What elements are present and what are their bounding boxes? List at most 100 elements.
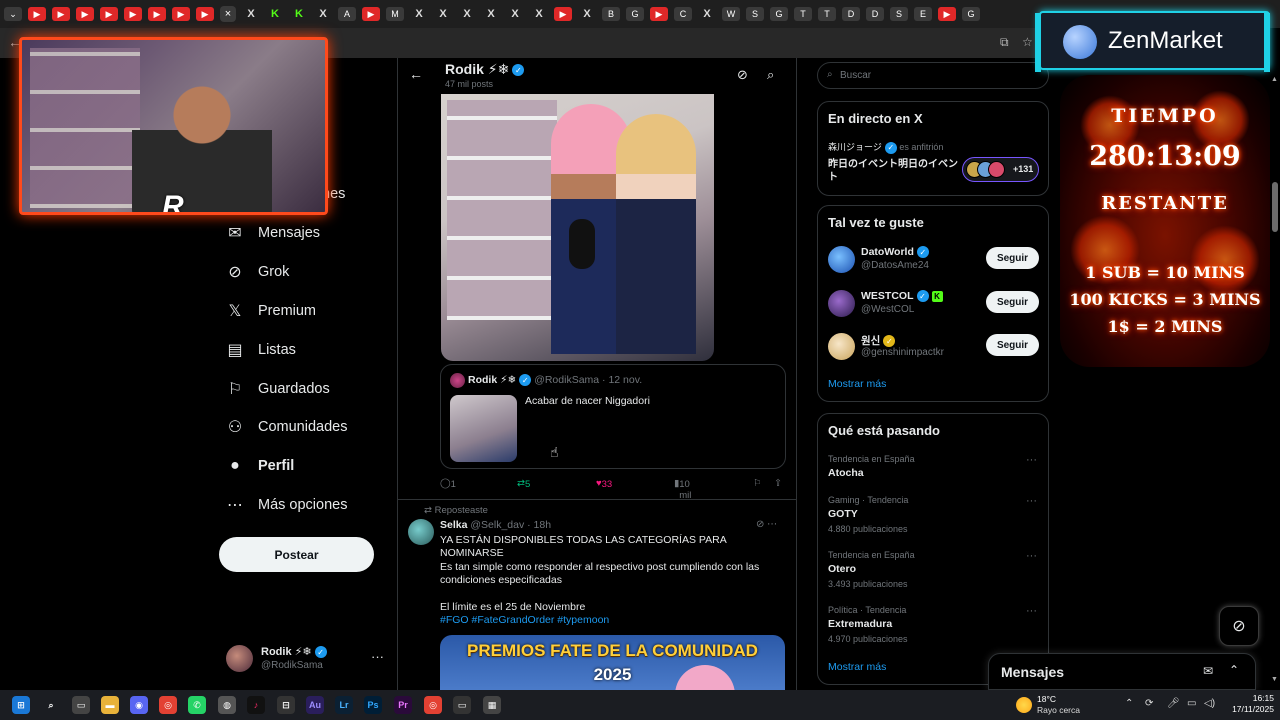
sync-icon[interactable]: ⟳ [1145, 698, 1153, 709]
tab-x-icon[interactable]: X [578, 7, 596, 21]
more-options-icon[interactable]: ··· [371, 649, 384, 664]
tab-youtube-icon[interactable]: ▶ [52, 7, 70, 21]
show-more-link[interactable]: Mostrar más [828, 661, 886, 673]
tab-globe-icon[interactable]: G [626, 7, 644, 21]
tab-a-icon[interactable]: A [338, 7, 356, 21]
trend-item[interactable]: Política · Tendencia Extremadura 4.970 pub… [828, 605, 1040, 644]
bookmark-icon[interactable]: ⚐ [753, 478, 762, 489]
tab-sheets-icon[interactable]: S [890, 7, 908, 21]
follow-button[interactable]: Seguir [986, 291, 1039, 313]
tab-youtube-icon[interactable]: ▶ [28, 7, 46, 21]
display-icon[interactable]: ▭ [1187, 698, 1196, 709]
tab-x-icon[interactable]: X [410, 7, 428, 21]
obs-icon[interactable]: ◍ [218, 696, 236, 714]
grok-floating-button[interactable]: ⊘ [1219, 606, 1259, 646]
scrollbar-thumb[interactable] [1272, 182, 1278, 232]
trend-more-icon[interactable]: ··· [1026, 605, 1037, 617]
search-icon[interactable]: ⌕ [42, 696, 60, 714]
terminal-icon[interactable]: ▭ [453, 696, 471, 714]
tab-ms-icon[interactable]: M [386, 7, 404, 21]
show-more-link[interactable]: Mostrar más [828, 378, 886, 390]
messages-dock[interactable]: Mensajes ✉ ⌃ [988, 653, 1256, 690]
tweet-author[interactable]: Selka [440, 519, 467, 531]
nav-item-listas[interactable]: ▤ Listas [226, 341, 295, 359]
tab-youtube-icon[interactable]: ▶ [554, 7, 572, 21]
tab-docs-icon[interactable]: D [866, 7, 884, 21]
microphone-icon[interactable]: 🎤︎ [1167, 698, 1180, 709]
chrome-active-icon[interactable]: ◎ [424, 696, 442, 714]
share-icon[interactable]: ⇪ [774, 478, 782, 489]
repost-button[interactable]: ⇄ 5 [517, 478, 530, 490]
trend-item[interactable]: Tendencia en España Atocha ··· [828, 454, 1040, 479]
trend-item[interactable]: Gaming · Tendencia GOTY 4.880 publicacione… [828, 495, 1040, 534]
trend-more-icon[interactable]: ··· [1026, 550, 1037, 562]
more-options-icon[interactable]: ⋯ [767, 519, 777, 530]
follow-button[interactable]: Seguir [986, 334, 1039, 356]
tab-x-icon[interactable]: X [242, 7, 260, 21]
account-switcher[interactable]: Rodik ⚡❄ ✓ @RodikSama ··· [226, 643, 386, 675]
tab-x-icon[interactable]: X [314, 7, 332, 21]
tab-docs-icon[interactable]: D [842, 7, 860, 21]
tab-x-icon[interactable]: X [458, 7, 476, 21]
tab-brave-icon[interactable]: B [602, 7, 620, 21]
nav-item-premium[interactable]: 𝕏 Premium [226, 302, 316, 320]
tab-search-dropdown-icon[interactable]: ⌄ [4, 7, 22, 21]
reply-button[interactable]: ◯ 1 [440, 478, 456, 490]
chrome-icon[interactable]: ◎ [159, 696, 177, 714]
avatar[interactable] [408, 519, 434, 545]
tab-steam-icon[interactable]: S [746, 7, 764, 21]
system-clock[interactable]: 16:15 17/11/2025 [1222, 693, 1274, 715]
tweet-image-banner[interactable]: PREMIOS FATE DE LA COMUNIDAD 2025 [440, 635, 785, 690]
back-arrow-icon[interactable]: ← [409, 66, 423, 82]
install-app-icon[interactable]: ⧉ [1000, 35, 1009, 50]
tab-youtube-icon[interactable]: ▶ [362, 7, 380, 21]
bookmark-star-icon[interactable]: ☆ [1022, 35, 1033, 49]
tray-expand-icon[interactable]: ⌃ [1125, 698, 1133, 709]
tab-gmail-icon[interactable]: G [770, 7, 788, 21]
post-button[interactable]: Postear [219, 537, 374, 572]
scroll-down-icon[interactable]: ▼ [1271, 676, 1278, 683]
grok-icon[interactable]: ⊘ [756, 519, 764, 530]
grok-icon[interactable]: ⊘ [737, 67, 748, 83]
quoted-tweet[interactable]: Rodik ⚡❄ ✓ @RodikSama · 12 nov. Acabar de… [440, 364, 786, 469]
trend-more-icon[interactable]: ··· [1026, 454, 1037, 466]
nav-item-comunidades[interactable]: ⚇ Comunidades [226, 418, 348, 436]
tab-youtube-icon[interactable]: ▶ [148, 7, 166, 21]
tab-globe-icon[interactable]: G [962, 7, 980, 21]
tab-youtube-icon[interactable]: ▶ [650, 7, 668, 21]
quote-thumbnail[interactable] [450, 395, 517, 462]
trend-more-icon[interactable]: ··· [1026, 495, 1037, 507]
tab-x-icon[interactable]: X [698, 7, 716, 21]
volume-icon[interactable]: ◁) [1204, 698, 1215, 709]
live-event-title[interactable]: 昨日のイベント明日のイベント [828, 158, 958, 184]
live-listeners-pill[interactable]: +131 [962, 157, 1039, 182]
nav-item-grok[interactable]: ⊘ Grok [226, 263, 289, 281]
audition-icon[interactable]: Au [306, 696, 324, 714]
host-name[interactable]: 森川ジョージ [828, 142, 882, 152]
tab-youtube-icon[interactable]: ▶ [172, 7, 190, 21]
tab-kick-icon[interactable]: K [290, 7, 308, 21]
tab-youtube-icon[interactable]: ▶ [124, 7, 142, 21]
capcut-icon[interactable]: ⊟ [277, 696, 295, 714]
tab-tiktok-icon[interactable]: T [794, 7, 812, 21]
tab-c-icon[interactable]: C [674, 7, 692, 21]
tab-x-icon[interactable]: X [482, 7, 500, 21]
views-button[interactable]: ▮ 10 mil [674, 478, 691, 501]
follow-suggestion[interactable]: 원신 ✓ @genshinimpactkr Seguir [828, 331, 1040, 363]
nav-item-más-opciones[interactable]: ⋯ Más opciones [226, 496, 347, 514]
premiere-icon[interactable]: Pr [394, 696, 412, 714]
tiktok-icon[interactable]: ♪ [247, 696, 265, 714]
tab-x-icon[interactable]: X [506, 7, 524, 21]
whatsapp-icon[interactable]: ✆ [188, 696, 206, 714]
active-tab-close-icon[interactable]: × [220, 6, 236, 22]
new-message-icon[interactable]: ✉ [1203, 664, 1213, 678]
calendar-app-icon[interactable]: ▦ [483, 696, 501, 714]
scroll-up-icon[interactable]: ▲ [1271, 76, 1278, 83]
expand-icon[interactable]: ⌃ [1229, 663, 1239, 677]
photoshop-icon[interactable]: Ps [364, 696, 382, 714]
follow-suggestion[interactable]: WESTCOL ✓ K @WestCOL Seguir [828, 288, 1040, 320]
tab-youtube-icon[interactable]: ▶ [100, 7, 118, 21]
tab-tiktok-icon[interactable]: T [818, 7, 836, 21]
follow-suggestion[interactable]: DatoWorld ✓ @DatosAme24 Seguir [828, 244, 1040, 276]
follow-button[interactable]: Seguir [986, 247, 1039, 269]
